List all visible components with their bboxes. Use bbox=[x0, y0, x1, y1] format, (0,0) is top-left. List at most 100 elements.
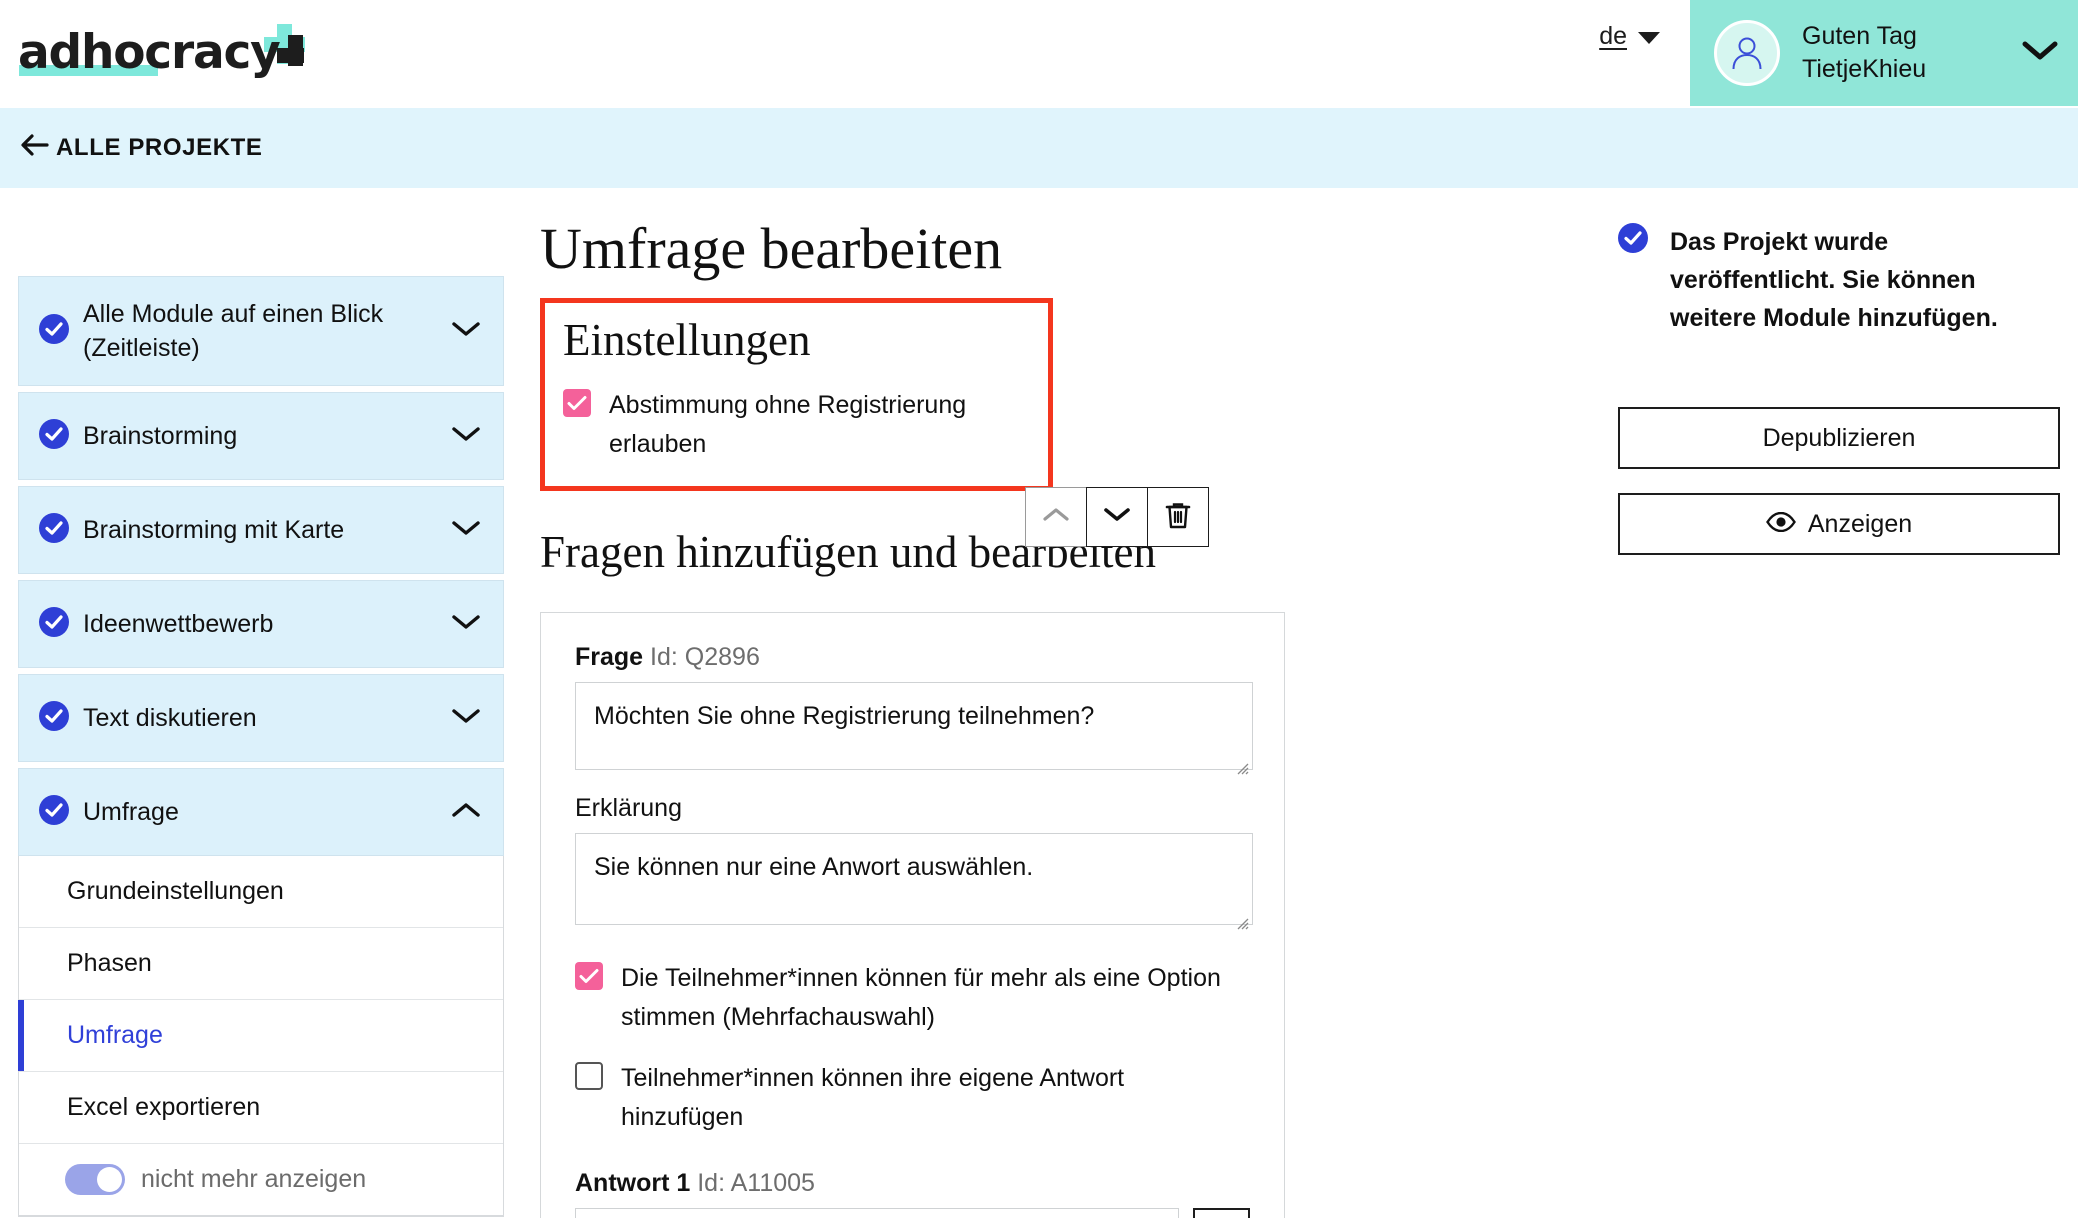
question-textarea-value: Möchten Sie ohne Registrierung teilnehme… bbox=[594, 702, 1095, 730]
user-menu[interactable]: Guten Tag TietjeKhieu bbox=[1690, 0, 2078, 106]
sidebar-subitem-label: Grundeinstellungen bbox=[67, 877, 284, 905]
multiple-choice-row[interactable]: Die Teilnehmer*innen können für mehr als… bbox=[575, 959, 1250, 1037]
resize-grip-icon[interactable] bbox=[1233, 905, 1249, 930]
page-title: Umfrage bearbeiten bbox=[540, 216, 1003, 281]
allow-unregistered-voting-label: Abstimmung ohne Registrierung erlauben bbox=[609, 391, 967, 458]
sidebar-subitem-umfrage[interactable]: Umfrage bbox=[18, 1000, 503, 1072]
user-greeting: Guten Tag TietjeKhieu bbox=[1802, 20, 1926, 86]
explanation-textarea[interactable]: Sie können nur eine Anwort auswählen. bbox=[575, 833, 1253, 930]
breadcrumb: ALLE PROJEKTE bbox=[0, 108, 2078, 188]
explanation-field-label: Erklärung bbox=[575, 794, 1250, 823]
module-sidebar: Alle Module auf einen Blick (Zeitleiste)… bbox=[18, 276, 504, 1217]
question-reorder-toolbar bbox=[1025, 487, 1209, 547]
resize-grip-icon[interactable] bbox=[1233, 750, 1249, 775]
caret-down-icon bbox=[1638, 31, 1660, 44]
sidebar-item-umfrage[interactable]: Umfrage bbox=[18, 768, 504, 856]
sidebar-subitem-phasen[interactable]: Phasen bbox=[19, 928, 503, 1000]
unpublish-button-label: Depublizieren bbox=[1762, 423, 1916, 452]
sidebar-subitem-label: Phasen bbox=[67, 949, 152, 977]
sidebar-subitem-excel-exportieren[interactable]: Excel exportieren bbox=[19, 1072, 503, 1144]
sidebar-item-label: Brainstorming mit Karte bbox=[83, 516, 345, 544]
answer-input[interactable] bbox=[575, 1208, 1180, 1218]
question-id: Id: Q2896 bbox=[650, 643, 760, 671]
publish-status: Das Projekt wurde veröffentlicht. Sie kö… bbox=[1618, 223, 2060, 337]
sidebar-subitem-grundeinstellungen[interactable]: Grundeinstellungen bbox=[19, 856, 503, 928]
sidebar-item-timeline[interactable]: Alle Module auf einen Blick (Zeitleiste) bbox=[18, 276, 504, 386]
page-body: Alle Module auf einen Blick (Zeitleiste)… bbox=[0, 188, 2078, 1218]
trash-icon bbox=[1164, 500, 1192, 535]
own-answer-checkbox[interactable] bbox=[575, 1062, 603, 1090]
app-root: adhocracy de Guten Tag TietjeKhieu ALLE … bbox=[0, 0, 2078, 1218]
breadcrumb-label: ALLE PROJEKTE bbox=[56, 134, 263, 161]
chevron-down-icon[interactable] bbox=[2022, 40, 2058, 67]
delete-question-button[interactable] bbox=[1147, 487, 1209, 547]
unpublish-button[interactable]: Depublizieren bbox=[1618, 407, 2060, 469]
chevron-down-icon[interactable] bbox=[451, 707, 481, 730]
question-textarea[interactable]: Möchten Sie ohne Registrierung teilnehme… bbox=[575, 682, 1253, 775]
check-circle-icon bbox=[39, 794, 69, 830]
chevron-down-icon[interactable] bbox=[451, 425, 481, 448]
chevron-down-icon[interactable] bbox=[451, 320, 481, 343]
multiple-choice-checkbox[interactable] bbox=[575, 962, 603, 990]
sidebar-item-brainstorming[interactable]: Brainstorming bbox=[18, 392, 504, 480]
sidebar-item-label: Alle Module auf einen Blick (Zeitleiste) bbox=[83, 300, 384, 362]
status-badge: Das Projekt wurde veröffentlicht. Sie kö… bbox=[1670, 228, 1998, 332]
settings-heading: Einstellungen bbox=[563, 315, 811, 365]
main-content: Umfrage bearbeiten Einstellungen Abstimm… bbox=[540, 188, 1330, 1218]
sidebar-item-label: Brainstorming bbox=[83, 422, 238, 450]
own-answer-row[interactable]: Teilnehmer*innen können ihre eigene Antw… bbox=[575, 1059, 1250, 1137]
answer-delete-button[interactable] bbox=[1193, 1208, 1250, 1218]
user-avatar-icon bbox=[1714, 20, 1780, 86]
language-selector[interactable]: de bbox=[1599, 22, 1660, 51]
hide-sidebar-toggle-label: nicht mehr anzeigen bbox=[141, 1165, 367, 1193]
chevron-down-icon bbox=[1103, 506, 1131, 528]
answer-input-row bbox=[575, 1208, 1250, 1218]
project-status-panel: Das Projekt wurde veröffentlicht. Sie kö… bbox=[1618, 223, 2060, 555]
check-circle-icon bbox=[39, 606, 69, 642]
answer-field-label: Antwort 1 Id: A11005 bbox=[575, 1169, 1250, 1198]
check-circle-icon bbox=[39, 512, 69, 548]
eye-icon bbox=[1765, 510, 1796, 539]
settings-highlight-box: Einstellungen Abstimmung ohne Registrier… bbox=[540, 298, 1053, 491]
answer-id: Id: A11005 bbox=[697, 1169, 815, 1197]
check-circle-icon bbox=[1618, 223, 1648, 258]
sidebar-subitem-label: Excel exportieren bbox=[67, 1093, 261, 1121]
chevron-down-icon[interactable] bbox=[451, 613, 481, 636]
app-header: adhocracy de Guten Tag TietjeKhieu bbox=[0, 0, 2078, 108]
preview-button-label: Anzeigen bbox=[1807, 509, 1913, 538]
chevron-up-icon bbox=[1042, 506, 1070, 528]
hide-sidebar-toggle-row[interactable]: nicht mehr anzeigen bbox=[19, 1144, 503, 1216]
move-question-down-button[interactable] bbox=[1086, 487, 1148, 547]
own-answer-label: Teilnehmer*innen können ihre eigene Antw… bbox=[621, 1064, 1125, 1131]
greeting-line-2: TietjeKhieu bbox=[1802, 55, 1927, 83]
allow-unregistered-voting-row[interactable]: Abstimmung ohne Registrierung erlauben bbox=[563, 386, 1032, 464]
chevron-up-icon[interactable] bbox=[451, 801, 481, 824]
questions-heading: Fragen hinzufügen und bearbeiten bbox=[540, 527, 1157, 577]
chevron-down-icon[interactable] bbox=[451, 519, 481, 542]
answer-label-text: Antwort 1 bbox=[575, 1169, 691, 1197]
sidebar-item-label: Umfrage bbox=[83, 798, 179, 826]
move-question-up-button[interactable] bbox=[1025, 487, 1087, 547]
check-circle-icon bbox=[39, 418, 69, 454]
hide-sidebar-toggle[interactable] bbox=[65, 1164, 125, 1195]
sidebar-subitem-label: Umfrage bbox=[67, 1021, 163, 1049]
adhocracy-logo[interactable]: adhocracy bbox=[18, 22, 305, 84]
allow-unregistered-voting-checkbox[interactable] bbox=[563, 389, 591, 417]
question-field-label: Frage Id: Q2896 bbox=[575, 643, 1250, 672]
back-to-all-projects-link[interactable]: ALLE PROJEKTE bbox=[20, 132, 263, 165]
logo-wordmark: adhocracy bbox=[18, 25, 281, 80]
explanation-label-text: Erklärung bbox=[575, 794, 682, 822]
sidebar-item-label: Text diskutieren bbox=[83, 704, 257, 732]
question-card: Frage Id: Q2896 Möchten Sie ohne Registr… bbox=[540, 612, 1285, 1218]
explanation-textarea-value: Sie können nur eine Anwort auswählen. bbox=[594, 853, 1034, 881]
sidebar-item-label: Ideenwettbewerb bbox=[83, 610, 274, 638]
sidebar-item-ideenwettbewerb[interactable]: Ideenwettbewerb bbox=[18, 580, 504, 668]
language-code: de bbox=[1599, 22, 1627, 50]
arrow-left-icon bbox=[20, 132, 50, 165]
multiple-choice-label: Die Teilnehmer*innen können für mehr als… bbox=[621, 964, 1221, 1031]
preview-button[interactable]: Anzeigen bbox=[1618, 493, 2060, 555]
umfrage-submenu: Grundeinstellungen Phasen Umfrage Excel … bbox=[18, 856, 504, 1217]
sidebar-item-text-diskutieren[interactable]: Text diskutieren bbox=[18, 674, 504, 762]
greeting-line-1: Guten Tag bbox=[1802, 22, 1917, 50]
sidebar-item-brainstorming-map[interactable]: Brainstorming mit Karte bbox=[18, 486, 504, 574]
